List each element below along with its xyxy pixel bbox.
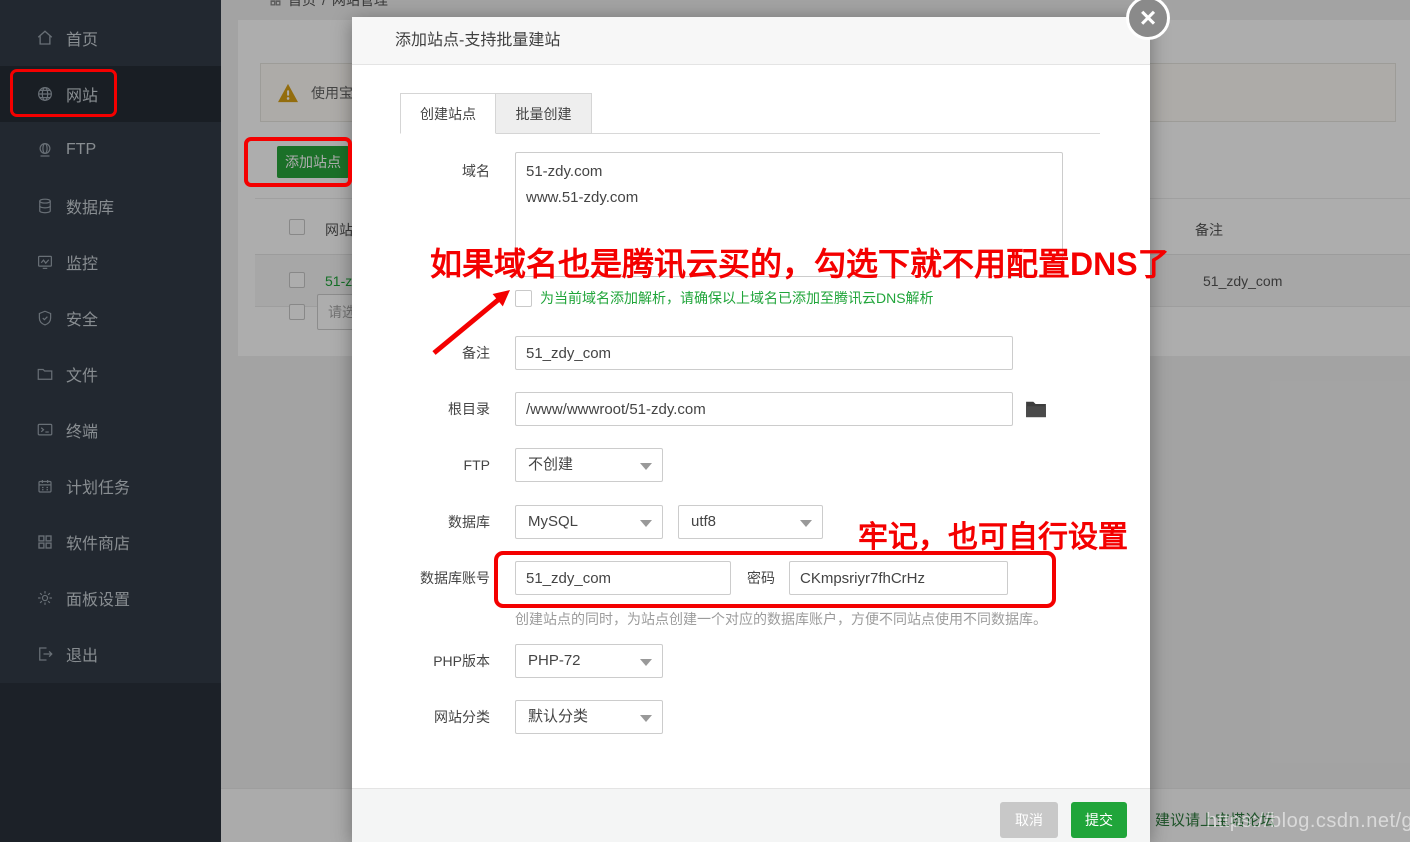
- root-label: 根目录: [352, 399, 490, 419]
- modal-title: 添加站点-支持批量建站: [395, 17, 560, 65]
- ftp-label: FTP: [352, 457, 490, 473]
- chevron-down-icon: [640, 520, 652, 527]
- chevron-down-icon: [640, 463, 652, 470]
- root-input[interactable]: [515, 392, 1013, 426]
- db-charset-select[interactable]: utf8: [678, 505, 823, 539]
- category-label: 网站分类: [352, 707, 490, 727]
- note-row: 备注: [352, 336, 1013, 370]
- category-select[interactable]: 默认分类: [515, 700, 663, 734]
- ftp-select-value: 不创建: [528, 456, 573, 473]
- db-account-row: 数据库账号 密码: [352, 561, 1008, 595]
- browse-folder-icon[interactable]: [1025, 400, 1047, 418]
- submit-button[interactable]: 提交: [1071, 802, 1127, 838]
- php-row: PHP版本 PHP-72: [352, 644, 663, 678]
- dns-checkbox[interactable]: [515, 290, 532, 307]
- chevron-down-icon: [640, 715, 652, 722]
- db-pass-label: 密码: [747, 568, 775, 588]
- tab-create-site[interactable]: 创建站点: [400, 93, 496, 134]
- db-row: 数据库 MySQL utf8: [352, 505, 823, 539]
- cancel-button[interactable]: 取消: [1000, 802, 1058, 838]
- note-input[interactable]: [515, 336, 1013, 370]
- category-row: 网站分类 默认分类: [352, 700, 663, 734]
- db-pass-input[interactable]: [789, 561, 1008, 595]
- ftp-row: FTP 不创建: [352, 448, 663, 482]
- ftp-select[interactable]: 不创建: [515, 448, 663, 482]
- modal-footer: 取消 提交: [352, 788, 1150, 842]
- add-site-modal: 添加站点-支持批量建站 × 创建站点 批量创建 域名 51-zdy.com ww…: [352, 17, 1150, 842]
- chevron-down-icon: [800, 520, 812, 527]
- db-user-input[interactable]: [515, 561, 731, 595]
- db-label: 数据库: [352, 512, 490, 532]
- db-help-text: 创建站点的同时，为站点创建一个对应的数据库账户，方便不同站点使用不同数据库。: [515, 609, 1047, 629]
- dns-option-label: 为当前域名添加解析，请确保以上域名已添加至腾讯云DNS解析: [540, 288, 934, 308]
- domain-row: 域名 51-zdy.com www.51-zdy.com: [352, 152, 1063, 277]
- modal-header: 添加站点-支持批量建站: [352, 17, 1150, 65]
- db-account-label: 数据库账号: [352, 568, 490, 588]
- dns-option-row: 为当前域名添加解析，请确保以上域名已添加至腾讯云DNS解析: [515, 288, 934, 308]
- db-engine-value: MySQL: [528, 513, 578, 530]
- chevron-down-icon: [640, 659, 652, 666]
- domain-label: 域名: [352, 152, 490, 181]
- note-label: 备注: [352, 343, 490, 363]
- root-row: 根目录: [352, 392, 1047, 426]
- php-select[interactable]: PHP-72: [515, 644, 663, 678]
- php-select-value: PHP-72: [528, 652, 581, 669]
- php-label: PHP版本: [352, 651, 490, 671]
- domain-textarea[interactable]: 51-zdy.com www.51-zdy.com: [515, 152, 1063, 277]
- tab-batch-create[interactable]: 批量创建: [496, 93, 592, 134]
- db-charset-value: utf8: [691, 513, 716, 530]
- category-select-value: 默认分类: [528, 708, 588, 725]
- page: 首页 网站 FTP 数据库: [0, 0, 1410, 842]
- db-engine-select[interactable]: MySQL: [515, 505, 663, 539]
- modal-tabs: 创建站点 批量创建: [400, 93, 592, 134]
